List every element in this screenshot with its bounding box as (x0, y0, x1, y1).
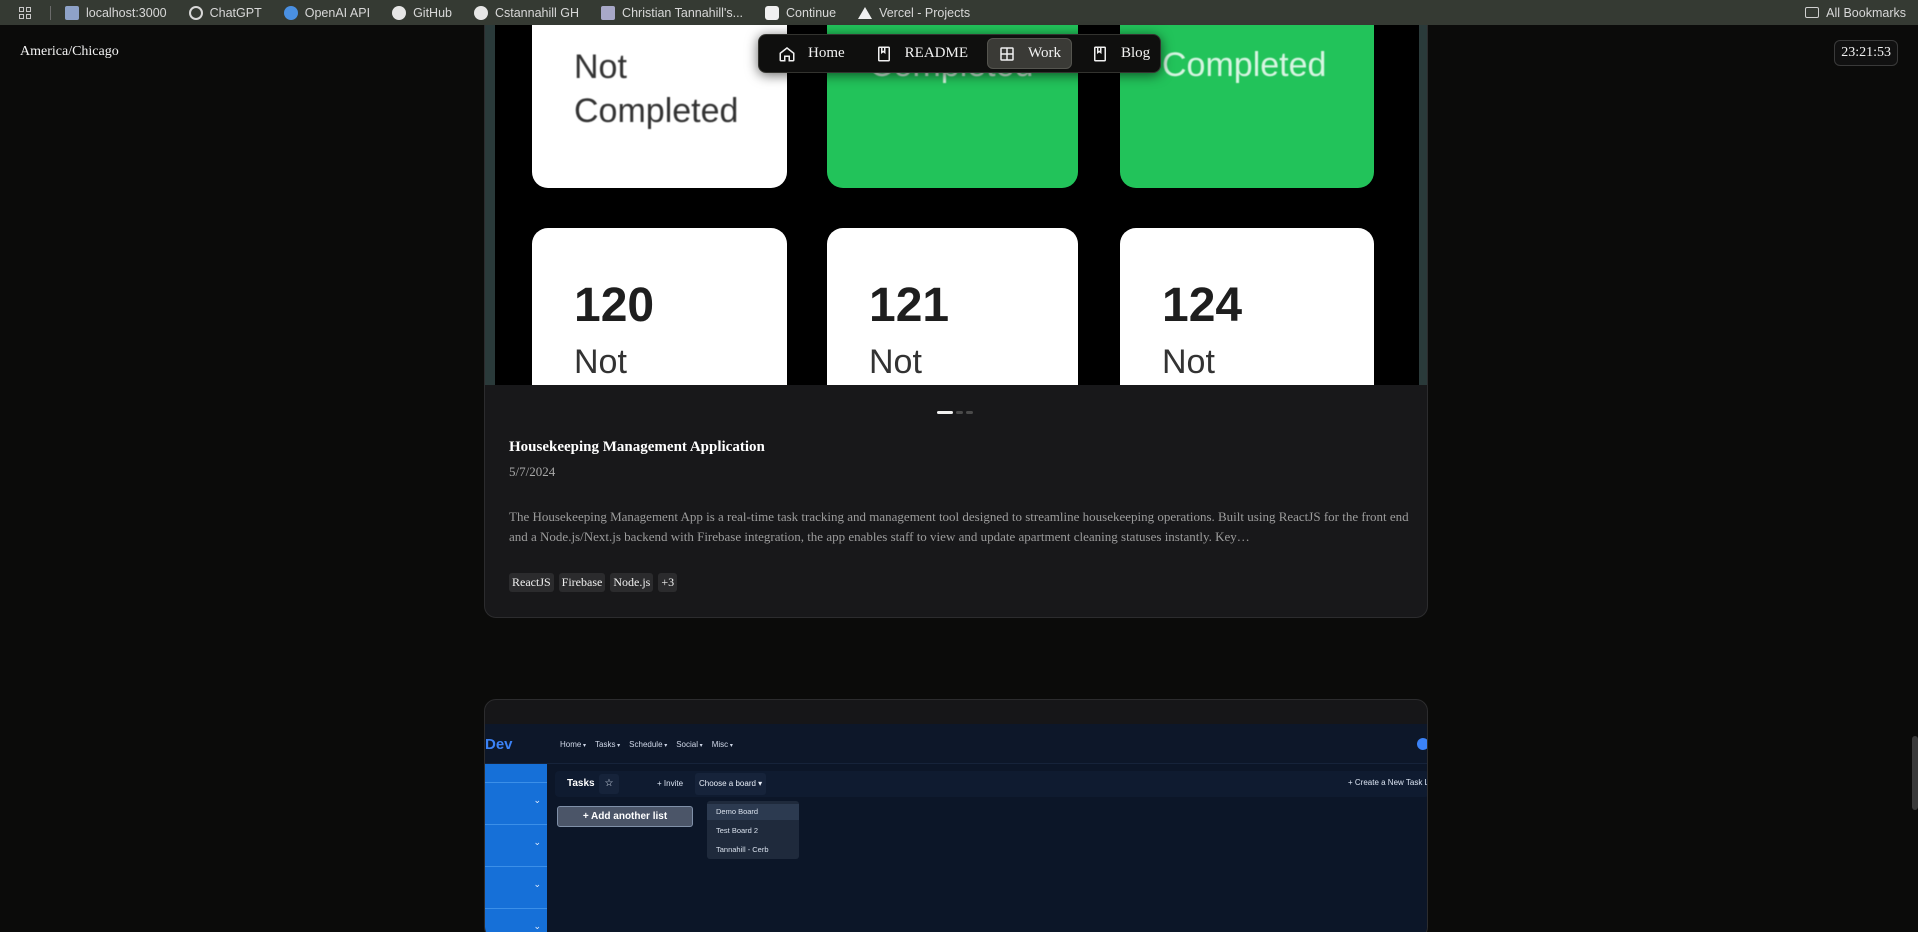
sidebar-row: ⌄ (485, 824, 547, 847)
sidebar-row: ⌄ (485, 866, 547, 889)
carousel-dot[interactable] (966, 411, 973, 414)
project-screenshot[interactable]: Not Completed Completed Completed 120 No… (485, 25, 1427, 385)
chevron-down-icon: ⌄ (533, 837, 541, 847)
openai-icon (283, 5, 298, 20)
nav-blog[interactable]: Blog (1080, 38, 1161, 69)
project-card-tasks[interactable]: Dev Home Tasks Schedule Social Misc ⌄ ⌄ … (484, 699, 1428, 932)
star-icon: ☆ (599, 774, 619, 794)
carousel-dot[interactable] (956, 411, 963, 414)
project-screenshot[interactable]: Dev Home Tasks Schedule Social Misc ⌄ ⌄ … (485, 724, 1427, 932)
bookmark-continue[interactable]: Continue (765, 5, 836, 20)
vercel-icon (858, 6, 873, 19)
bookmark-localhost[interactable]: localhost:3000 (65, 5, 167, 20)
nav-work[interactable]: Work (987, 38, 1072, 69)
project-card-housekeeping[interactable]: Not Completed Completed Completed 120 No… (484, 25, 1428, 618)
chevron-down-icon: ⌄ (533, 795, 541, 805)
project-description: The Housekeeping Management App is a rea… (509, 509, 1409, 544)
board-dropdown: Demo Board Test Board 2 Tannahill - Cerb (707, 801, 799, 859)
github-icon (473, 5, 488, 20)
app-menu: Home Tasks Schedule Social Misc (560, 740, 733, 749)
nav-home[interactable]: Home (767, 38, 856, 69)
chevron-down-icon: ⌄ (533, 921, 541, 931)
clock: 23:21:53 (1834, 40, 1898, 66)
scrollbar[interactable] (1912, 736, 1918, 810)
status-tile: Not Completed (532, 25, 787, 188)
bookmarks-divider (50, 5, 51, 20)
carousel-indicator (937, 411, 973, 414)
avatar (1417, 738, 1427, 750)
room-tile: 124 Not (1120, 228, 1374, 385)
chevron-down-icon: ⌄ (533, 879, 541, 889)
bookmark-christian-tannahill[interactable]: Christian Tannahill's... (601, 5, 743, 20)
folder-icon (1805, 7, 1820, 18)
localhost-icon (65, 5, 79, 20)
room-tile: 120 Not (532, 228, 787, 385)
tag-reactjs: ReactJS (509, 573, 554, 592)
app-logo: Dev (485, 736, 513, 753)
app-sidebar: ⌄ ⌄ ⌄ ⌄ (485, 764, 547, 932)
tag-nodejs: Node.js (610, 573, 654, 592)
grid-icon (1000, 46, 1014, 61)
home-icon (779, 46, 795, 61)
tech-tags: ReactJS Firebase Node.js +3 (509, 573, 678, 592)
chatgpt-icon (188, 5, 203, 20)
continue-icon (765, 5, 780, 20)
book-icon (1093, 46, 1106, 61)
project-date: 5/7/2024 (509, 464, 556, 479)
room-tile: 121 Not (827, 228, 1078, 385)
book-icon (877, 46, 890, 61)
all-bookmarks-button[interactable]: All Bookmarks (1805, 0, 1906, 25)
nav-readme[interactable]: README (864, 38, 979, 69)
sidebar-row: ⌄ (485, 908, 547, 931)
bookmark-cstannahill-gh[interactable]: Cstannahill GH (473, 5, 579, 20)
bookmarks-bar: localhost:3000 ChatGPT OpenAI API GitHub… (0, 0, 1918, 25)
page-icon (601, 5, 616, 20)
app-toolbar: Tasks ☆ + Invite Choose a board ▾ + Crea… (555, 771, 1427, 797)
bookmark-openai-api[interactable]: OpenAI API (283, 5, 370, 20)
bookmark-chatgpt[interactable]: ChatGPT (188, 5, 262, 20)
tag-firebase: Firebase (558, 573, 606, 592)
tag-more[interactable]: +3 (658, 573, 678, 592)
github-icon (392, 5, 407, 20)
main-nav: Home README Work Blog (758, 34, 1161, 73)
timezone-label: America/Chicago (20, 44, 119, 59)
app-topbar: Dev Home Tasks Schedule Social Misc (485, 724, 1427, 764)
bookmark-vercel[interactable]: Vercel - Projects (858, 6, 970, 20)
apps-grid-icon[interactable] (19, 6, 33, 19)
project-title[interactable]: Housekeeping Management Application (509, 439, 765, 456)
carousel-dot[interactable] (937, 411, 953, 414)
bookmark-github[interactable]: GitHub (392, 5, 452, 20)
sidebar-row: ⌄ (485, 782, 547, 805)
